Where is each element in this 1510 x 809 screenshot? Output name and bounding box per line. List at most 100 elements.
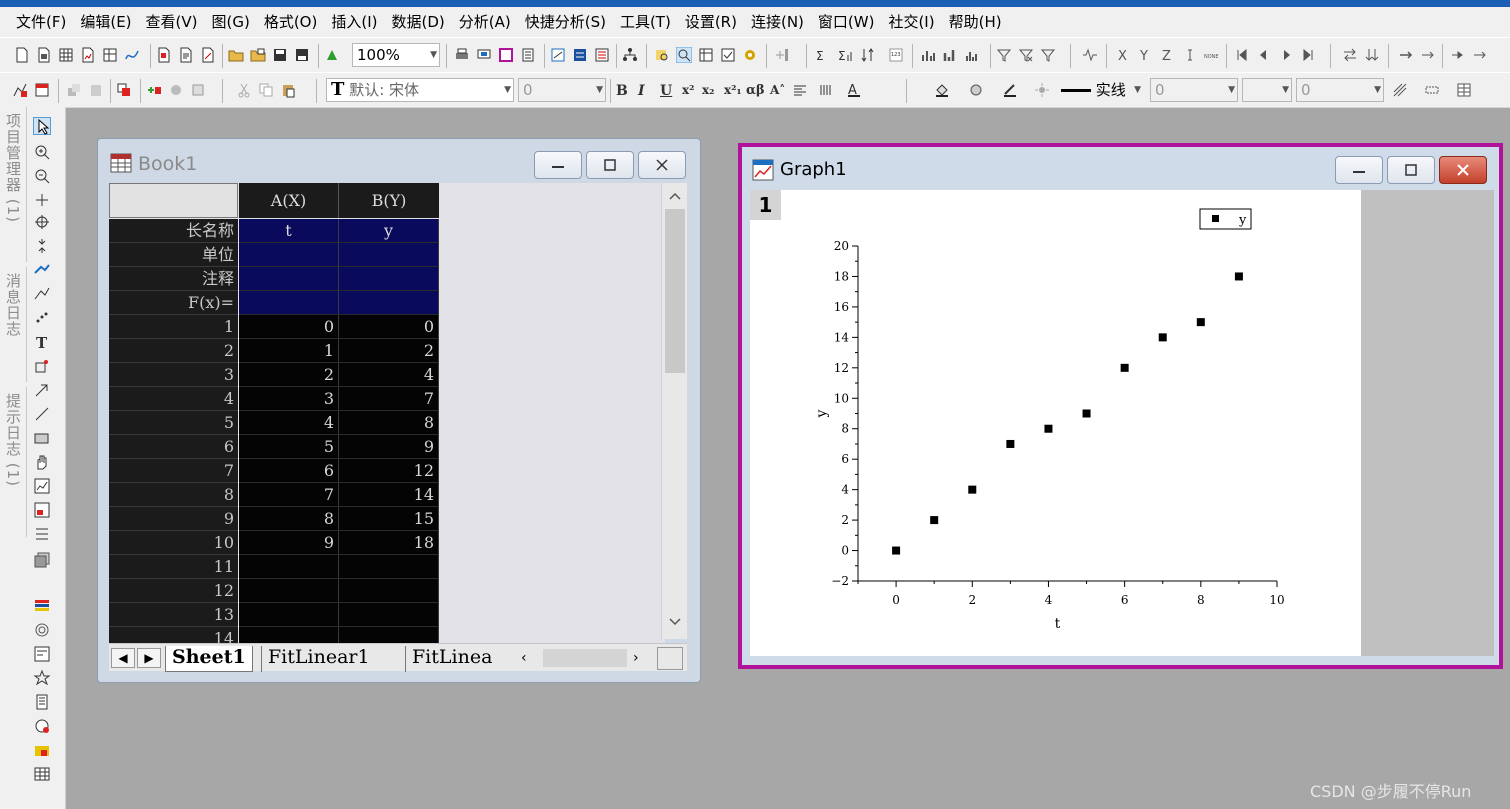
column-header-a[interactable]: A(X) (239, 183, 339, 218)
script-window-icon[interactable] (550, 47, 566, 63)
table-cell-b[interactable]: 12 (339, 459, 439, 483)
draw-data-icon[interactable] (33, 309, 51, 327)
meta-cell-b[interactable] (339, 267, 439, 291)
presentation-icon[interactable] (476, 47, 492, 63)
style-sheet-icon[interactable] (34, 82, 50, 98)
insert-layer-icon[interactable] (33, 501, 51, 519)
menu-settings[interactable]: 设置(R) (678, 7, 744, 37)
open-folder-icon[interactable] (228, 47, 244, 63)
table-cell-a[interactable] (239, 555, 339, 579)
tree-icon[interactable] (622, 47, 638, 63)
menu-edit[interactable]: 编辑(E) (73, 7, 138, 37)
project-explorer-icon[interactable] (594, 47, 610, 63)
table-cell-a[interactable] (239, 579, 339, 603)
region-select-icon[interactable] (33, 285, 51, 303)
menu-analysis[interactable]: 分析(A) (452, 7, 518, 37)
row-header[interactable]: 9 (109, 507, 238, 531)
table-layout-icon[interactable] (1456, 82, 1472, 98)
dock-messages-log[interactable]: 消息日志 (0, 267, 27, 382)
cut-icon[interactable] (236, 82, 252, 98)
hatch-pattern-icon[interactable] (1392, 82, 1408, 98)
color-select[interactable]: ▼ (1242, 78, 1292, 102)
table-cell-b[interactable]: 15 (339, 507, 439, 531)
new-notes-icon[interactable] (178, 47, 194, 63)
meta-row-label[interactable]: 单位 (109, 243, 238, 267)
table-cell-b[interactable]: 18 (339, 531, 439, 555)
table-cell-b[interactable] (339, 555, 439, 579)
tab-fitlinear1[interactable]: FitLinear1 (261, 646, 376, 672)
row-header[interactable]: 11 (109, 555, 238, 579)
menu-social[interactable]: 社交(I) (881, 7, 941, 37)
row-header[interactable]: 13 (109, 603, 238, 627)
new-function-icon[interactable] (124, 47, 140, 63)
set-y-icon[interactable]: Y (1138, 47, 1154, 63)
table-tool-icon[interactable] (33, 765, 51, 783)
fill-value-select[interactable]: 0 ▼ (1296, 78, 1384, 102)
menu-format[interactable]: 格式(O) (257, 7, 325, 37)
save-icon[interactable] (272, 47, 288, 63)
insert-graph-icon[interactable] (33, 477, 51, 495)
gear-icon[interactable] (742, 47, 758, 63)
meta-cell-a[interactable]: t (239, 219, 339, 243)
open-template-icon[interactable] (250, 47, 266, 63)
set-column-values-icon[interactable]: 123 (888, 47, 904, 63)
row-header[interactable]: 6 (109, 435, 238, 459)
font-size-select[interactable]: 0 ▼ (518, 78, 606, 102)
graph-maximize-button[interactable] (1387, 156, 1435, 184)
code-builder-icon[interactable] (572, 47, 588, 63)
meta-row-label[interactable]: 注释 (109, 267, 238, 291)
maximize-button[interactable] (586, 151, 634, 179)
scatter-plot[interactable]: 0 2 4 6 8 10 −2 0 2 4 6 8 10 12 14 16 18 20 t y y (750, 190, 1361, 656)
font-color-icon[interactable]: A (846, 82, 862, 98)
new-function-plot-icon[interactable] (200, 47, 216, 63)
worksheet-query-icon[interactable] (698, 47, 714, 63)
save-template-icon[interactable] (294, 47, 310, 63)
row-header[interactable]: 12 (109, 579, 238, 603)
bold-button[interactable]: B (616, 83, 628, 99)
table-cell-b[interactable] (339, 579, 439, 603)
column-header-b[interactable]: B(Y) (339, 183, 439, 218)
merge-graph-icon[interactable] (190, 82, 206, 98)
table-cell-a[interactable] (239, 627, 339, 643)
row-header[interactable]: 1 (109, 315, 238, 339)
italic-button[interactable]: I (638, 83, 645, 99)
meta-row-label[interactable]: 长名称 (109, 219, 238, 243)
table-cell-a[interactable]: 6 (239, 459, 339, 483)
table-cell-a[interactable]: 8 (239, 507, 339, 531)
meta-cell-a[interactable] (239, 267, 339, 291)
tab-next-button[interactable]: ▶ (137, 648, 161, 668)
row-header[interactable]: 10 (109, 531, 238, 555)
color-scale-icon[interactable] (33, 597, 51, 615)
table-cell-a[interactable]: 2 (239, 363, 339, 387)
menu-graph[interactable]: 图(G) (205, 7, 257, 37)
corner-cell[interactable] (109, 183, 238, 218)
superscript-button[interactable]: x² (682, 83, 694, 97)
data-reader-icon[interactable] (1082, 47, 1098, 63)
layer-management-icon[interactable] (168, 82, 184, 98)
zoom-select[interactable]: 100% ▼ (352, 43, 440, 67)
menu-tools[interactable]: 工具(T) (613, 7, 678, 37)
hscroll-right-icon[interactable]: › (633, 648, 649, 668)
data-cursor-icon[interactable] (33, 237, 51, 255)
set-none-icon[interactable]: NONE (1204, 47, 1220, 63)
print-icon[interactable] (454, 47, 470, 63)
list-tool-icon[interactable] (33, 693, 51, 711)
menu-window[interactable]: 窗口(W) (811, 7, 882, 37)
previous-icon[interactable] (1256, 47, 1272, 63)
meta-cell-a[interactable] (239, 291, 339, 315)
data-reader-crosshair-icon[interactable] (33, 213, 51, 231)
annotation-icon[interactable] (33, 357, 51, 375)
meta-cell-b[interactable] (339, 243, 439, 267)
clock-tool-icon[interactable] (33, 717, 51, 735)
push-right-alt-icon[interactable] (1472, 47, 1488, 63)
set-error-icon[interactable] (1182, 47, 1198, 63)
zoom-in-icon[interactable] (33, 143, 51, 161)
new-sheet-icon[interactable] (58, 47, 74, 63)
table-cell-a[interactable]: 1 (239, 339, 339, 363)
copy-format-icon[interactable] (66, 82, 82, 98)
hscroll-thumb[interactable] (543, 649, 627, 667)
row-header[interactable]: 2 (109, 339, 238, 363)
row-header[interactable]: 3 (109, 363, 238, 387)
row-header[interactable]: 5 (109, 411, 238, 435)
circle-tool-icon[interactable] (33, 621, 51, 639)
